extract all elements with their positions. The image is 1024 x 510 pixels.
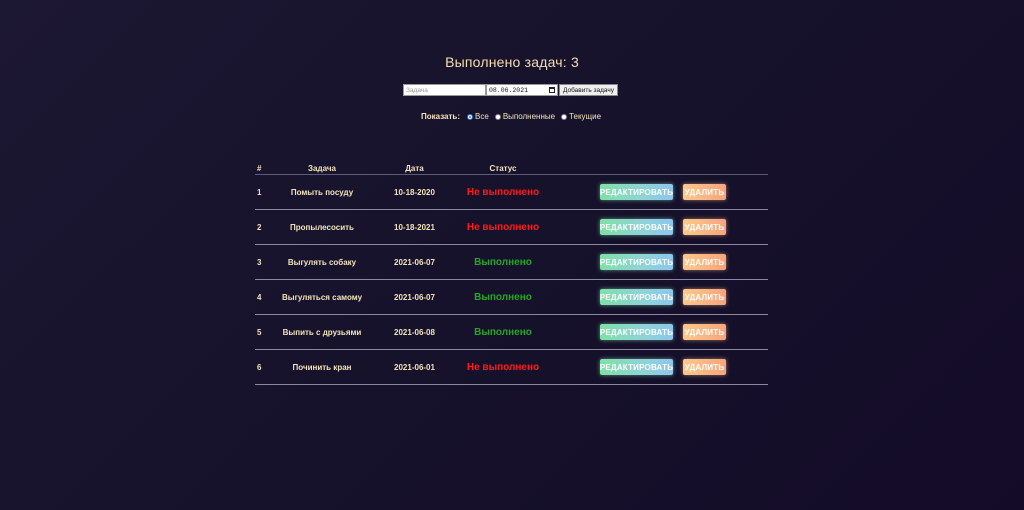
filter-option-label: Текущие [569, 112, 602, 121]
radio-icon[interactable] [494, 113, 501, 120]
edit-button[interactable]: РЕДАКТИРОВАТЬ [600, 219, 673, 235]
table-row: 2 Пропылесосить 10-18-2021 Не выполнено … [255, 210, 768, 245]
row-date: 2021-06-01 [394, 363, 435, 372]
edit-button[interactable]: РЕДАКТИРОВАТЬ [600, 254, 673, 270]
row-number: 4 [257, 293, 262, 302]
delete-button[interactable]: УДАЛИТЬ [683, 359, 726, 375]
row-task: Выпить с друзьями [282, 328, 362, 337]
filter-option-label: Все [475, 112, 489, 121]
filter-radio-current[interactable]: Текущие [561, 112, 601, 121]
status-badge: Выполнено [474, 257, 532, 268]
delete-button[interactable]: УДАЛИТЬ [683, 254, 726, 270]
filter-radio-all[interactable]: Все [467, 112, 489, 121]
edit-button[interactable]: РЕДАКТИРОВАТЬ [600, 359, 673, 375]
tasks-table: # Задача Дата Статус 1 Помыть посуду 10-… [255, 160, 768, 385]
row-number: 3 [257, 258, 262, 267]
filter-label: Показать: [421, 112, 461, 121]
delete-button[interactable]: УДАЛИТЬ [683, 324, 726, 340]
filter-group: Показать: Все Выполненные Текущие [421, 112, 607, 121]
edit-button[interactable]: РЕДАКТИРОВАТЬ [600, 184, 673, 200]
row-task: Помыть посуду [290, 188, 354, 197]
row-date: 2021-06-07 [394, 258, 435, 267]
row-task: Выгуляться самому [281, 293, 363, 302]
table-row: 3 Выгулять собаку 2021-06-07 Выполнено Р… [255, 245, 768, 280]
delete-button[interactable]: УДАЛИТЬ [683, 289, 726, 305]
row-number: 5 [257, 328, 262, 337]
date-value: 08.06.2021 [489, 86, 529, 94]
column-header-status: Статус [489, 164, 517, 173]
row-number: 2 [257, 223, 262, 232]
table-row: 4 Выгуляться самому 2021-06-07 Выполнено… [255, 280, 768, 315]
table-row: 6 Починить кран 2021-06-01 Не выполнено … [255, 350, 768, 385]
row-date: 2021-06-08 [394, 328, 435, 337]
column-header-task: Задача [308, 164, 336, 173]
delete-button[interactable]: УДАЛИТЬ [683, 184, 726, 200]
table-row: 1 Помыть посуду 10-18-2020 Не выполнено … [255, 175, 768, 210]
table-row: 5 Выпить с друзьями 2021-06-08 Выполнено… [255, 315, 768, 350]
status-badge: Выполнено [474, 292, 532, 303]
row-number: 1 [257, 188, 262, 197]
row-date: 10-18-2021 [394, 223, 435, 232]
add-task-button[interactable]: Добавить задачу [559, 84, 619, 96]
status-badge: Не выполнено [466, 187, 540, 198]
row-number: 6 [257, 363, 262, 372]
row-task: Выгулять собаку [287, 258, 357, 267]
calendar-icon[interactable] [549, 87, 555, 93]
edit-button[interactable]: РЕДАКТИРОВАТЬ [600, 289, 673, 305]
column-header-num: # [257, 164, 262, 173]
row-task: Пропылесосить [290, 223, 354, 232]
radio-checked-icon[interactable] [467, 113, 474, 120]
filter-option-label: Выполненные [502, 112, 556, 121]
filter-radio-done[interactable]: Выполненные [494, 112, 556, 121]
table-header: # Задача Дата Статус [255, 160, 768, 175]
delete-button[interactable]: УДАЛИТЬ [683, 219, 726, 235]
page-title: Выполнено задач: 3 [445, 54, 579, 70]
add-task-form: 08.06.2021 Добавить задачу [403, 84, 619, 96]
row-date: 2021-06-07 [394, 293, 435, 302]
task-input[interactable] [403, 84, 486, 96]
radio-icon[interactable] [561, 113, 568, 120]
status-badge: Выполнено [474, 327, 532, 338]
edit-button[interactable]: РЕДАКТИРОВАТЬ [600, 324, 673, 340]
column-header-date: Дата [405, 164, 424, 173]
row-task: Починить кран [292, 363, 352, 372]
date-input[interactable]: 08.06.2021 [486, 84, 558, 96]
row-date: 10-18-2020 [394, 188, 435, 197]
status-badge: Не выполнено [466, 222, 540, 233]
status-badge: Не выполнено [466, 362, 540, 373]
